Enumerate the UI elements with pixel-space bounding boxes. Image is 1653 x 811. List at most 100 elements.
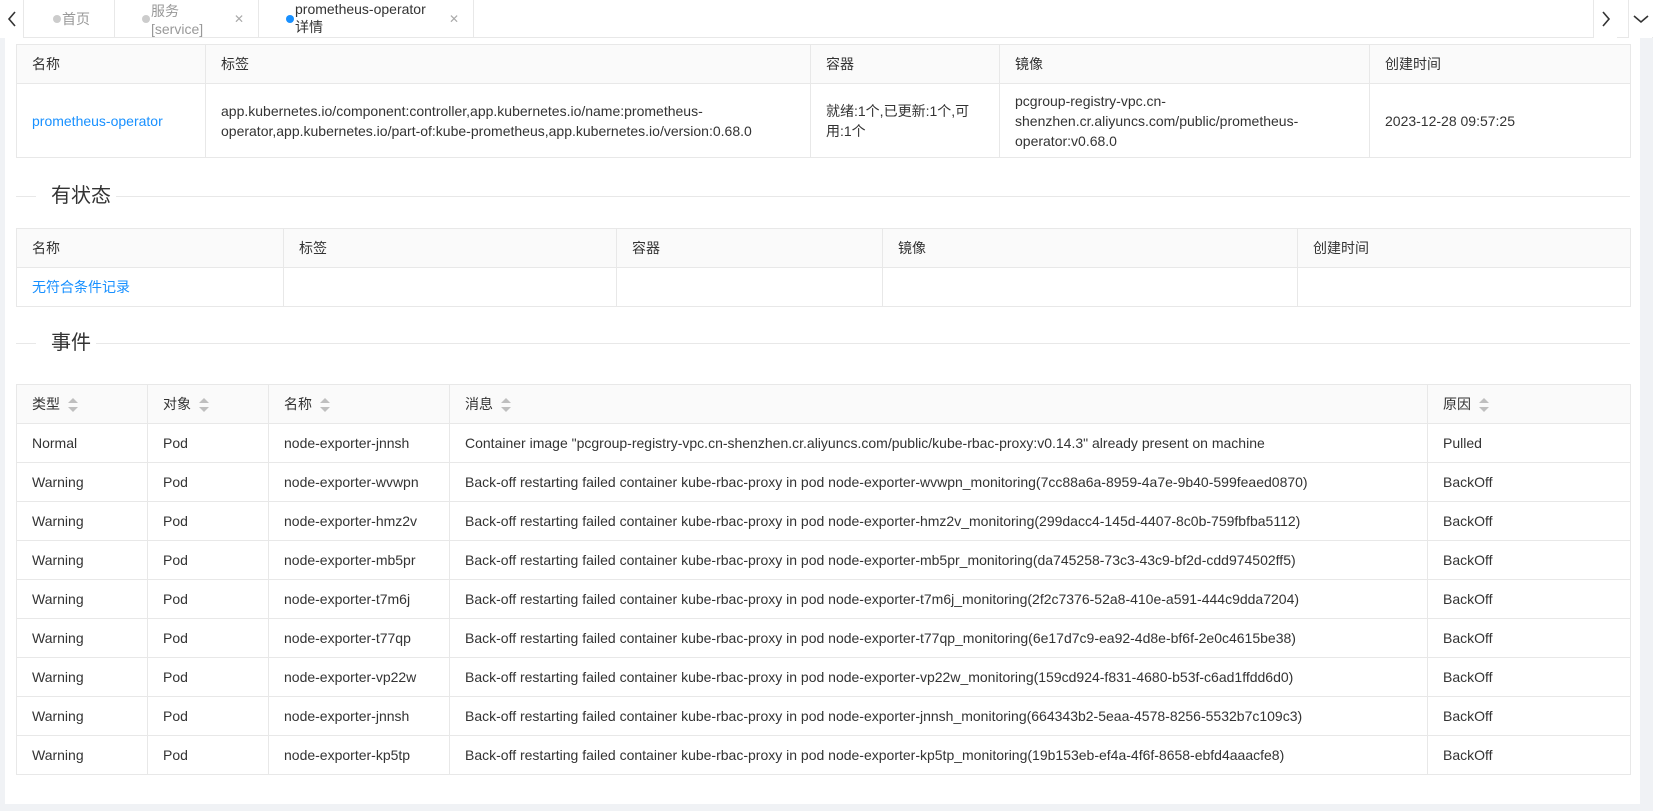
scroll-right-button[interactable]	[1593, 0, 1617, 38]
tab-status-dot	[286, 15, 294, 23]
event-message-cell: Back-off restarting failed container kub…	[449, 540, 1428, 580]
event-object-cell: Pod	[147, 657, 269, 697]
event-message-cell: Back-off restarting failed container kub…	[449, 501, 1428, 541]
tab-status-dot	[142, 15, 150, 23]
event-name-cell: node-exporter-kp5tp	[268, 735, 450, 775]
event-type-cell: Warning	[16, 462, 148, 502]
sort-icon[interactable]	[320, 398, 330, 413]
event-name-cell: node-exporter-jnnsh	[268, 696, 450, 736]
event-name-cell: node-exporter-wvwpn	[268, 462, 450, 502]
column-header-containers: 容器	[810, 44, 1000, 84]
event-type-cell: Warning	[16, 657, 148, 697]
column-header-image: 镜像	[882, 228, 1298, 268]
deployment-containers-cell: 就绪:1个,已更新:1个,可 用:1个	[810, 83, 1000, 158]
events-body: Normal Pod node-exporter-jnnsh Container im…	[16, 423, 1631, 775]
empty-cell	[283, 267, 617, 307]
table-row: Warning Pod node-exporter-hmz2v Back-off re…	[16, 501, 1631, 541]
tab-home[interactable]: 首页	[26, 0, 115, 38]
deployment-name-link[interactable]: prometheus-operator	[32, 113, 163, 129]
sort-icon[interactable]	[68, 398, 78, 413]
table-header-row: 名称 标签 容器 镜像 创建时间	[16, 44, 1631, 84]
column-header-containers: 容器	[616, 228, 883, 268]
divider	[16, 343, 36, 344]
column-header-name[interactable]: 名称	[268, 384, 450, 424]
event-type-cell: Normal	[16, 423, 148, 463]
column-header-reason[interactable]: 原因	[1427, 384, 1631, 424]
column-header-object[interactable]: 对象	[147, 384, 269, 424]
event-object-cell: Pod	[147, 540, 269, 580]
event-reason-cell: BackOff	[1427, 735, 1631, 775]
column-header-created: 创建时间	[1297, 228, 1631, 268]
event-type-cell: Warning	[16, 735, 148, 775]
table-row: Warning Pod node-exporter-t7m6j Back-off re…	[16, 579, 1631, 619]
column-header-image: 镜像	[999, 44, 1370, 84]
empty-cell	[882, 267, 1298, 307]
image-line: operator:v0.68.0	[1015, 132, 1117, 149]
chevron-right-icon	[1601, 11, 1610, 27]
tab-service[interactable]: 服务[service] ✕	[115, 0, 259, 38]
table-row: 无符合条件记录	[16, 267, 1631, 307]
event-name-cell: node-exporter-t77qp	[268, 618, 450, 658]
tab-menu-button[interactable]	[1628, 0, 1652, 38]
section-title: 有状态	[51, 185, 111, 207]
tab-prometheus-operator-detail[interactable]: prometheus-operator详情 ✕	[259, 0, 474, 38]
empty-cell	[616, 267, 883, 307]
event-object-cell: Pod	[147, 579, 269, 619]
scroll-left-button[interactable]	[0, 0, 24, 38]
column-header-message[interactable]: 消息	[449, 384, 1428, 424]
event-message-cell: Back-off restarting failed container kub…	[449, 579, 1428, 619]
section-title: 事件	[51, 332, 91, 354]
tab-list: 首页 服务[service] ✕ prometheus-operator详情 ✕	[26, 0, 474, 38]
event-name-cell: node-exporter-mb5pr	[268, 540, 450, 580]
table-row: Warning Pod node-exporter-jnnsh Back-off re…	[16, 696, 1631, 736]
chevron-left-icon	[7, 11, 16, 27]
event-name-cell: node-exporter-vp22w	[268, 657, 450, 697]
event-reason-cell: BackOff	[1427, 657, 1631, 697]
sort-icon[interactable]	[199, 398, 209, 413]
image-line: pcgroup-registry-vpc.cn-	[1015, 92, 1166, 109]
event-reason-cell: Pulled	[1427, 423, 1631, 463]
event-object-cell: Pod	[147, 735, 269, 775]
column-header-name: 名称	[16, 44, 206, 84]
event-message-cell: Back-off restarting failed container kub…	[449, 618, 1428, 658]
sort-icon[interactable]	[501, 398, 511, 413]
event-name-cell: node-exporter-jnnsh	[268, 423, 450, 463]
column-header-created: 创建时间	[1369, 44, 1631, 84]
event-reason-cell: BackOff	[1427, 618, 1631, 658]
table-row: Normal Pod node-exporter-jnnsh Container im…	[16, 423, 1631, 463]
deployment-labels-cell: app.kubernetes.io/component:controller,a…	[205, 83, 811, 158]
tab-label: prometheus-operator详情	[295, 1, 426, 35]
table-row: Warning Pod node-exporter-kp5tp Back-off re…	[16, 735, 1631, 775]
table-header-row: 名称 标签 容器 镜像 创建时间	[16, 228, 1631, 268]
event-reason-cell: BackOff	[1427, 540, 1631, 580]
event-reason-cell: BackOff	[1427, 501, 1631, 541]
deployment-table: 名称 标签 容器 镜像 创建时间 prometheus-operator app…	[16, 44, 1631, 158]
deployment-created-cell: 2023-12-28 09:57:25	[1369, 83, 1631, 158]
sort-icon[interactable]	[1479, 398, 1489, 413]
event-message-cell: Back-off restarting failed container kub…	[449, 462, 1428, 502]
event-object-cell: Pod	[147, 501, 269, 541]
event-reason-cell: BackOff	[1427, 579, 1631, 619]
divider	[116, 196, 1630, 197]
event-object-cell: Pod	[147, 618, 269, 658]
close-icon[interactable]: ✕	[234, 12, 244, 26]
event-message-cell: Back-off restarting failed container kub…	[449, 735, 1428, 775]
image-line: shenzhen.cr.aliyuncs.com/public/promethe…	[1015, 112, 1299, 129]
column-header-name: 名称	[16, 228, 284, 268]
main-content: 名称 标签 容器 镜像 创建时间 prometheus-operator app…	[5, 38, 1640, 804]
event-type-cell: Warning	[16, 618, 148, 658]
event-type-cell: Warning	[16, 540, 148, 580]
tab-bar: 首页 服务[service] ✕ prometheus-operator详情 ✕	[0, 0, 1653, 38]
deployment-image-cell: pcgroup-registry-vpc.cn- shenzhen.cr.ali…	[999, 83, 1370, 158]
deployment-name-cell: prometheus-operator	[16, 83, 206, 158]
tab-status-dot	[53, 15, 61, 23]
empty-records-text: 无符合条件记录	[32, 279, 130, 295]
table-row: Warning Pod node-exporter-wvwpn Back-off re…	[16, 462, 1631, 502]
close-icon[interactable]: ✕	[449, 12, 459, 26]
event-object-cell: Pod	[147, 696, 269, 736]
stateful-section-header: 有状态	[16, 181, 1630, 211]
column-header-type[interactable]: 类型	[16, 384, 148, 424]
divider	[96, 343, 1630, 344]
event-type-cell: Warning	[16, 501, 148, 541]
containers-line: 就绪:1个,已更新:1个,可	[826, 102, 970, 119]
